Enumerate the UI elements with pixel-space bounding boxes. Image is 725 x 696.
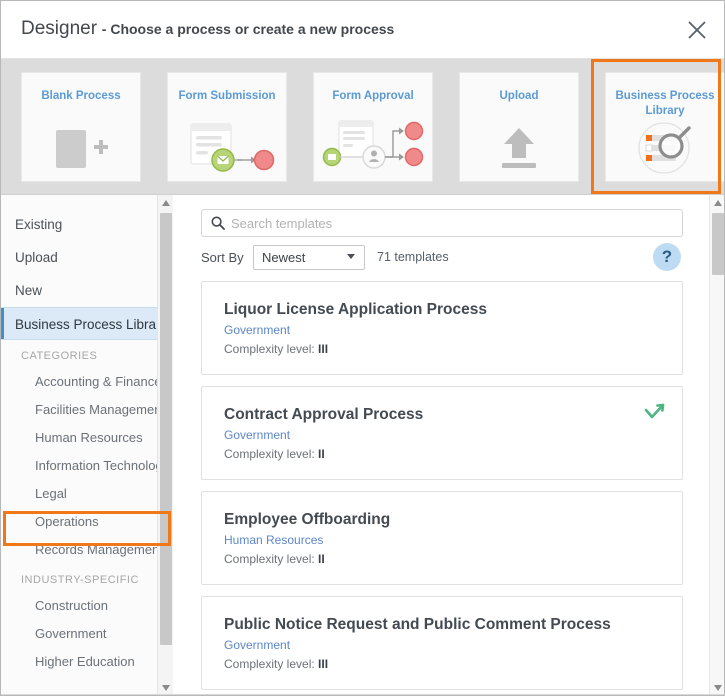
- complexity-label: Complexity level:: [224, 447, 315, 461]
- list-item[interactable]: Liquor License Application Process Gover…: [201, 281, 683, 375]
- template-list: Liquor License Application Process Gover…: [201, 281, 683, 695]
- tile-label: Business Process Library: [615, 90, 715, 117]
- dialog-titlebar: Designer - Choose a process or create a …: [1, 1, 724, 59]
- tile-form-approval[interactable]: Form Approval: [313, 72, 433, 182]
- template-title: Public Notice Request and Public Comment…: [224, 616, 611, 633]
- sidebar-item-new[interactable]: New: [1, 274, 172, 307]
- tile-label: Blank Process: [41, 90, 121, 102]
- list-item[interactable]: Contract Approval Process Government Com…: [201, 386, 683, 480]
- template-title: Employee Offboarding: [224, 511, 391, 528]
- search-icon: [211, 216, 225, 230]
- upload-arrow-icon: [460, 119, 578, 177]
- sidebar-item-construction[interactable]: Construction: [1, 592, 172, 620]
- complexity-label: Complexity level:: [224, 657, 315, 671]
- templates-scrollbar-thumb[interactable]: [712, 213, 724, 275]
- templates-scrollbar[interactable]: [709, 195, 724, 695]
- library-search-icon: [606, 119, 724, 177]
- sort-toolbar: Sort By Newest 71 templates ?: [201, 243, 683, 271]
- templates-panel: Sort By Newest 71 templates ? Liquor Lic…: [173, 195, 709, 695]
- sidebar-group-heading-industry-specific: INDUSTRY-SPECIFIC: [21, 574, 139, 586]
- dialog-body: Existing Upload New Business Process Lib…: [1, 194, 724, 695]
- tile-upload[interactable]: Upload: [459, 72, 579, 182]
- form-submission-flow-icon: [168, 119, 286, 177]
- tile-form-submission[interactable]: Form Submission: [167, 72, 287, 182]
- tile-business-process-library[interactable]: Business Process Library: [605, 72, 724, 182]
- template-category[interactable]: Government: [224, 637, 662, 654]
- template-category[interactable]: Government: [224, 322, 662, 339]
- blank-document-plus-icon: [22, 119, 140, 177]
- help-button[interactable]: ?: [653, 243, 681, 271]
- sidebar-item-business-process-library[interactable]: Business Process Library∧: [1, 307, 172, 340]
- form-approval-flow-icon: [314, 119, 432, 177]
- sidebar: Existing Upload New Business Process Lib…: [1, 195, 173, 695]
- sort-by-select[interactable]: Newest: [253, 245, 365, 270]
- sidebar-item-upload[interactable]: Upload: [1, 241, 172, 274]
- sidebar-item-government[interactable]: Government: [1, 620, 172, 648]
- sidebar-item-label: New: [15, 283, 43, 298]
- sidebar-item-operations[interactable]: Operations: [1, 508, 172, 536]
- process-type-tiles: Blank Process Form Submission Form Appro…: [1, 59, 724, 194]
- in-use-check-icon: [644, 401, 666, 423]
- sidebar-scrollbar[interactable]: [157, 195, 174, 695]
- sidebar-item-human-resources[interactable]: Human Resources: [1, 424, 172, 452]
- sidebar-item-accounting-finance[interactable]: Accounting & Finance: [1, 368, 172, 396]
- sidebar-item-label: Business Process Library: [15, 317, 168, 332]
- search-input[interactable]: [231, 215, 682, 231]
- template-complexity: Complexity level: II: [224, 550, 662, 568]
- sidebar-item-facilities-management[interactable]: Facilities Management: [1, 396, 172, 424]
- complexity-label: Complexity level:: [224, 342, 315, 356]
- sidebar-group-heading-categories: CATEGORIES: [21, 350, 98, 362]
- complexity-value: III: [318, 342, 329, 356]
- list-item[interactable]: Employee Offboarding Human Resources Com…: [201, 491, 683, 585]
- search-templates-field[interactable]: [201, 209, 683, 237]
- sidebar-item-legal[interactable]: Legal: [1, 480, 172, 508]
- page-title: Designer - Choose a process or create a …: [21, 18, 394, 40]
- scroll-up-icon[interactable]: [158, 195, 174, 211]
- complexity-value: II: [318, 552, 325, 566]
- tile-label: Upload: [499, 90, 539, 102]
- dialog-bottom-edge: [1, 694, 724, 695]
- tile-label: Form Submission: [178, 90, 276, 102]
- sidebar-item-records-management[interactable]: Records Management: [1, 536, 172, 564]
- sidebar-item-information-technology[interactable]: Information Technology: [1, 452, 172, 480]
- sidebar-item-higher-education[interactable]: Higher Education: [1, 648, 172, 676]
- template-title: Contract Approval Process: [224, 406, 424, 423]
- tile-blank-process[interactable]: Blank Process: [21, 72, 141, 182]
- template-complexity: Complexity level: II: [224, 445, 662, 463]
- designer-dialog: Designer - Choose a process or create a …: [0, 0, 725, 696]
- scroll-up-icon[interactable]: [710, 195, 724, 211]
- close-icon[interactable]: [680, 13, 714, 47]
- template-category[interactable]: Human Resources: [224, 532, 662, 549]
- sidebar-item-label: Upload: [15, 250, 58, 265]
- sidebar-scrollbar-thumb[interactable]: [160, 213, 172, 645]
- dialog-title-main: Designer: [21, 18, 98, 39]
- template-category[interactable]: Government: [224, 427, 662, 444]
- complexity-label: Complexity level:: [224, 552, 315, 566]
- template-complexity: Complexity level: III: [224, 340, 662, 358]
- sidebar-item-label: Existing: [15, 217, 63, 232]
- tile-label: Form Approval: [332, 90, 414, 102]
- sort-by-label: Sort By: [201, 250, 244, 265]
- list-item[interactable]: Public Notice Request and Public Comment…: [201, 596, 683, 690]
- template-complexity: Complexity level: III: [224, 655, 662, 673]
- dialog-title-sub: - Choose a process or create a new proce…: [101, 21, 395, 37]
- complexity-value: III: [318, 657, 329, 671]
- template-count-label: 71 templates: [377, 250, 449, 264]
- sidebar-item-existing[interactable]: Existing: [1, 208, 172, 241]
- complexity-value: II: [318, 447, 325, 461]
- template-title: Liquor License Application Process: [224, 301, 487, 318]
